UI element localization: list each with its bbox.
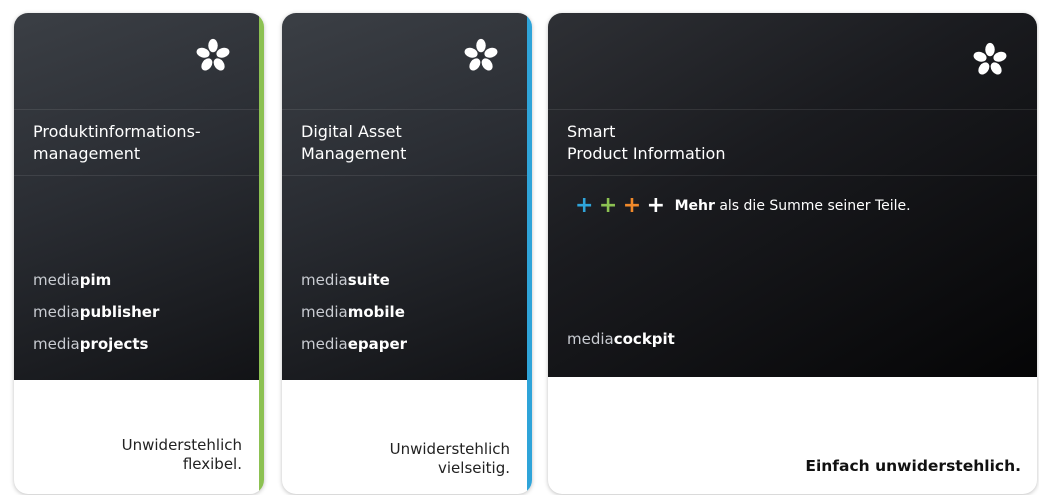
card-tagline: Unwiderstehlich flexibel. <box>121 436 242 473</box>
card-divider <box>282 109 527 110</box>
card-divider <box>14 109 259 110</box>
card-accent-bar <box>259 13 264 494</box>
product-list: mediapim mediapublisher mediaprojects <box>33 264 159 360</box>
slogan-bold: Mehr <box>674 198 715 214</box>
card-dark-panel: Digital Asset Management mediasuite medi… <box>282 13 527 380</box>
card-divider <box>14 175 259 176</box>
product-list: mediasuite mediamobile mediaepaper <box>301 264 407 360</box>
product-card-smart-product-information[interactable]: Smart Product Information + + + + Mehr a… <box>548 13 1037 494</box>
product-link-mediacockpit[interactable]: mediacockpit <box>567 323 675 355</box>
flower-logo-icon <box>462 37 500 75</box>
product-link-mediaepaper[interactable]: mediaepaper <box>301 328 407 360</box>
card-dark-panel: Smart Product Information + + + + Mehr a… <box>548 13 1037 377</box>
card-tagline: Einfach unwiderstehlich. <box>805 457 1021 475</box>
plus-white-icon: + <box>646 193 666 218</box>
plus-blue-icon: + <box>575 193 594 218</box>
card-title: Digital Asset Management <box>301 122 407 163</box>
card-divider <box>282 175 527 176</box>
product-link-mediamobile[interactable]: mediamobile <box>301 296 407 328</box>
flower-logo-icon <box>194 37 232 75</box>
card-accent-bar <box>527 13 532 494</box>
slogan: + + + + Mehr als die Summe seiner Teile. <box>575 193 911 218</box>
card-title: Produktinformations- management <box>33 122 201 163</box>
card-dark-panel: Produktinformations- management mediapim… <box>14 13 259 380</box>
slogan-text: als die Summe seiner Teile. <box>714 198 911 214</box>
product-card-dam[interactable]: Digital Asset Management mediasuite medi… <box>282 13 532 494</box>
product-link-mediapublisher[interactable]: mediapublisher <box>33 296 159 328</box>
product-link-mediasuite[interactable]: mediasuite <box>301 264 407 296</box>
product-list: mediacockpit <box>567 323 675 355</box>
card-divider <box>548 109 1037 110</box>
card-title: Smart Product Information <box>567 122 726 163</box>
product-card-pim[interactable]: Produktinformations- management mediapim… <box>14 13 264 494</box>
flower-logo-icon <box>971 41 1009 79</box>
plus-orange-icon: + <box>622 193 642 218</box>
plus-green-icon: + <box>598 193 618 218</box>
card-tagline: Unwiderstehlich vielseitig. <box>389 440 510 477</box>
card-divider <box>548 175 1037 176</box>
product-link-mediaprojects[interactable]: mediaprojects <box>33 328 159 360</box>
product-link-mediapim[interactable]: mediapim <box>33 264 159 296</box>
